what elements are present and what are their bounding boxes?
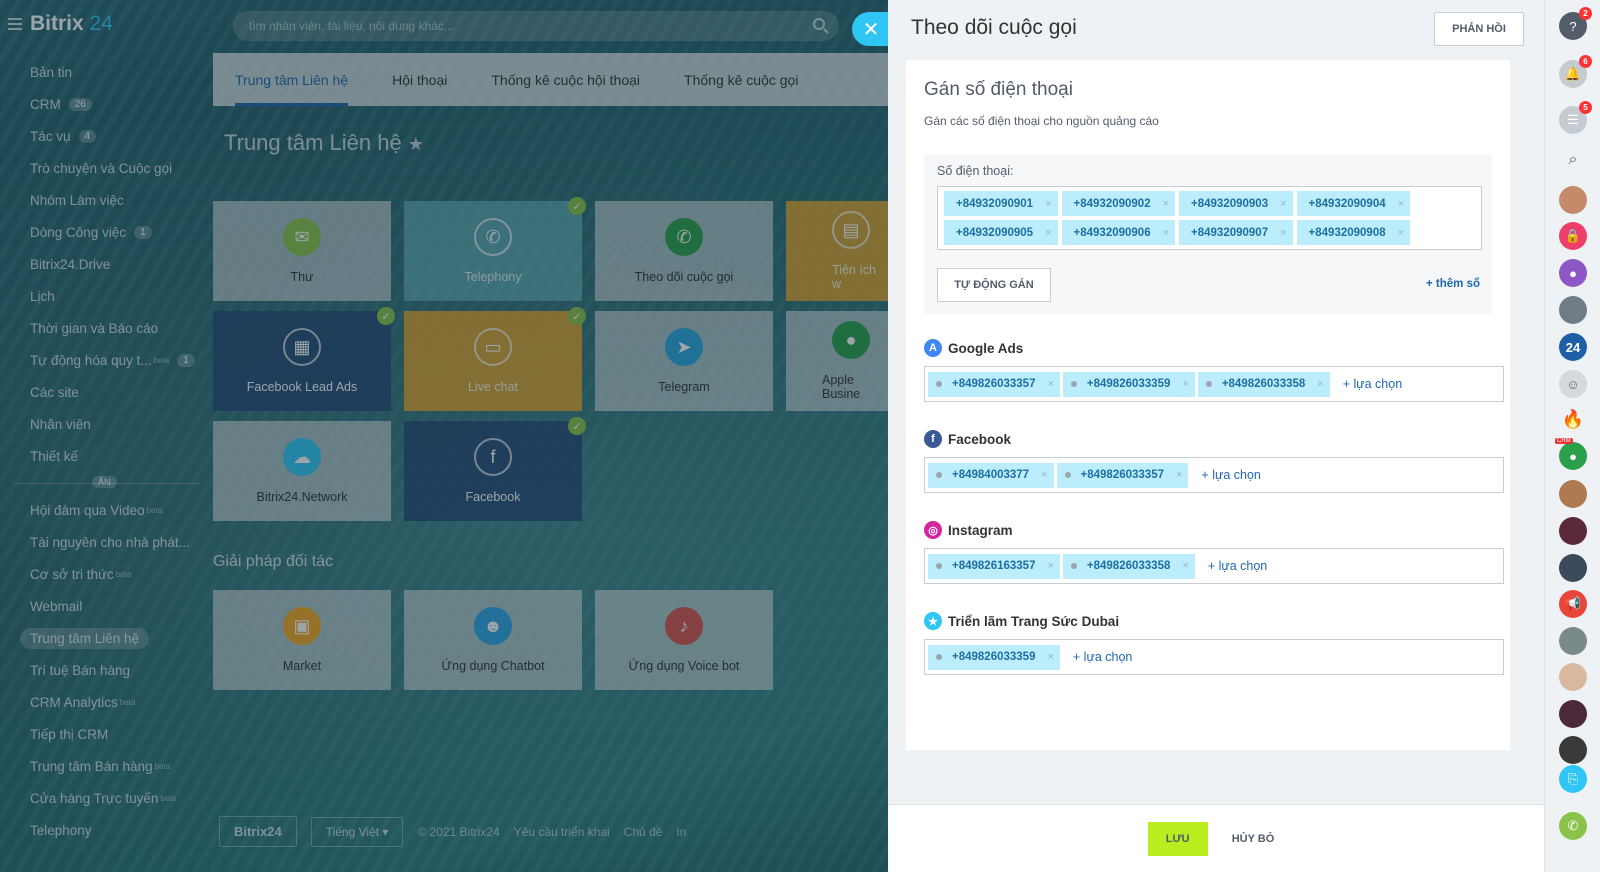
card-title: Gán số điện thoại xyxy=(924,79,1073,100)
remove-icon[interactable]: × xyxy=(1163,198,1169,210)
slider-title: Theo dõi cuộc gọi xyxy=(911,16,1077,39)
phone-chip[interactable]: +84932090907 × xyxy=(1179,220,1293,245)
source-numbers-field[interactable]: +849826163357 × +849826033358 × + lựa chọn xyxy=(924,548,1504,584)
cancel-button[interactable]: HỦY BỎ xyxy=(1222,833,1285,845)
source-facebook: f Facebook +84984003377 × +849826033357 × … xyxy=(924,429,1504,493)
assign-numbers-card: Gán số điện thoại Gán các số điện thoại … xyxy=(906,60,1510,750)
remove-icon[interactable]: × xyxy=(1047,378,1053,390)
remove-icon[interactable]: × xyxy=(1317,378,1323,390)
phone-chip[interactable]: +84932090904 × xyxy=(1296,191,1411,216)
remove-icon[interactable]: × xyxy=(1182,560,1188,572)
phone-numbers-box: Số điện thoại: +84932090901 × +8493209090… xyxy=(924,154,1492,314)
avatar[interactable] xyxy=(1559,627,1587,655)
phone-numbers-field[interactable]: +84932090901 × +84932090902 × +84932090903… xyxy=(937,186,1482,250)
number-chip[interactable]: +849826033357 × xyxy=(928,371,1060,397)
wolf-icon[interactable]: ☺ xyxy=(1559,370,1587,398)
help-icon[interactable]: ? 2 xyxy=(1559,7,1592,40)
remove-icon[interactable]: × xyxy=(1045,198,1051,210)
avatar[interactable] xyxy=(1559,554,1587,582)
lock-icon[interactable]: 🔒 xyxy=(1559,222,1587,250)
number-chip[interactable]: +849826033357 × xyxy=(1056,462,1189,488)
add-option-link[interactable]: + lựa chọn xyxy=(1343,377,1402,391)
number-chip[interactable]: +849826033358 × xyxy=(1197,371,1330,397)
add-option-link[interactable]: + lựa chọn xyxy=(1201,468,1260,482)
remove-icon[interactable]: × xyxy=(1398,198,1404,210)
open-lines-icon[interactable]: ⎘ xyxy=(1559,765,1587,793)
remove-icon[interactable]: × xyxy=(1398,227,1404,239)
phone-chip[interactable]: +84932090902 × xyxy=(1061,191,1176,216)
phone-chip[interactable]: +84932090906 × xyxy=(1061,220,1176,245)
overlay-dim[interactable] xyxy=(0,0,888,872)
search-icon[interactable]: ⌕ xyxy=(1559,146,1587,174)
avatar[interactable] xyxy=(1559,663,1587,691)
source-google-ads: A Google Ads +849826033357 × +84982603335… xyxy=(924,338,1504,402)
feedback-button[interactable]: PHẢN HỒI xyxy=(1434,12,1524,46)
auto-assign-button[interactable]: TỰ ĐỘNG GÁN xyxy=(937,268,1051,302)
number-chip[interactable]: +84984003377 × xyxy=(928,462,1054,488)
source-dubai-exhibition: ★ Triển lãm Trang Sức Dubai +84982603335… xyxy=(924,611,1504,675)
facebook-icon: f xyxy=(924,430,942,448)
megaphone-icon[interactable]: 📢 xyxy=(1559,590,1587,618)
source-numbers-field[interactable]: +849826033357 × +849826033359 × +849826033… xyxy=(924,366,1504,402)
source-instagram: ◎ Instagram +849826163357 × +849826033358… xyxy=(924,520,1504,584)
phone-chip[interactable]: +84932090908 × xyxy=(1296,220,1411,245)
number-chip[interactable]: +849826033358 × xyxy=(1062,553,1195,579)
avatar[interactable] xyxy=(1559,186,1587,214)
source-numbers-field[interactable]: +84984003377 × +849826033357 × + lựa chọn xyxy=(924,457,1504,493)
crm-user-icon[interactable]: CRM ● xyxy=(1555,438,1587,470)
slider-footer: LƯU HỦY BỎ xyxy=(888,804,1544,872)
add-number-link[interactable]: + thêm số xyxy=(1426,278,1480,290)
card-subtitle: Gán các số điện thoại cho nguồn quảng cá… xyxy=(924,114,1159,128)
avatar[interactable] xyxy=(1559,296,1587,324)
remove-icon[interactable]: × xyxy=(1280,227,1286,239)
avatar[interactable] xyxy=(1559,700,1587,728)
phone-icon[interactable]: ✆ xyxy=(1559,812,1587,840)
avatar[interactable] xyxy=(1559,517,1587,545)
user-icon[interactable]: ● xyxy=(1559,259,1587,287)
instagram-icon: ◎ xyxy=(924,521,942,539)
avatar[interactable] xyxy=(1559,736,1587,764)
flame-icon[interactable]: 🔥 xyxy=(1559,405,1587,433)
bell-icon[interactable]: 🔔 6 xyxy=(1559,55,1592,88)
remove-icon[interactable]: × xyxy=(1041,469,1047,481)
remove-icon[interactable]: × xyxy=(1163,227,1169,239)
slider-close-button[interactable]: ✕ xyxy=(852,12,890,46)
remove-icon[interactable]: × xyxy=(1045,227,1051,239)
number-chip[interactable]: +849826033359 × xyxy=(928,644,1060,670)
add-option-link[interactable]: + lựa chọn xyxy=(1073,650,1132,664)
phone-chip[interactable]: +84932090903 × xyxy=(1179,191,1293,216)
source-numbers-field[interactable]: +849826033359 × + lựa chọn xyxy=(924,639,1504,675)
star-icon: ★ xyxy=(924,612,942,630)
phone-chip[interactable]: +84932090905 × xyxy=(944,220,1058,245)
save-button[interactable]: LƯU xyxy=(1147,821,1208,856)
number-chip[interactable]: +849826163357 × xyxy=(928,553,1060,579)
remove-icon[interactable]: × xyxy=(1280,198,1286,210)
add-option-link[interactable]: + lựa chọn xyxy=(1208,559,1267,573)
bitrix24-icon[interactable]: 24 xyxy=(1559,333,1587,361)
phone-numbers-label: Số điện thoại: xyxy=(937,164,1014,178)
number-chip[interactable]: +849826033359 × xyxy=(1062,371,1195,397)
call-tracking-slider: Theo dõi cuộc gọi PHẢN HỒI Gán số điện t… xyxy=(888,0,1544,872)
remove-icon[interactable]: × xyxy=(1176,469,1182,481)
phone-chip[interactable]: +84932090901 × xyxy=(944,191,1058,216)
remove-icon[interactable]: × xyxy=(1047,651,1053,663)
remove-icon[interactable]: × xyxy=(1182,378,1188,390)
avatar[interactable] xyxy=(1559,480,1587,508)
google-ads-icon: A xyxy=(924,339,942,357)
remove-icon[interactable]: × xyxy=(1047,560,1053,572)
chat-icon[interactable]: ☰ 5 xyxy=(1559,101,1592,134)
close-icon: ✕ xyxy=(862,18,880,41)
right-sidebar: ? 2 🔔 6 ☰ 5 ⌕ 🔒 ● 24 ☺ 🔥 CRM ● 📢 ⎘ ✆ xyxy=(1544,0,1600,872)
